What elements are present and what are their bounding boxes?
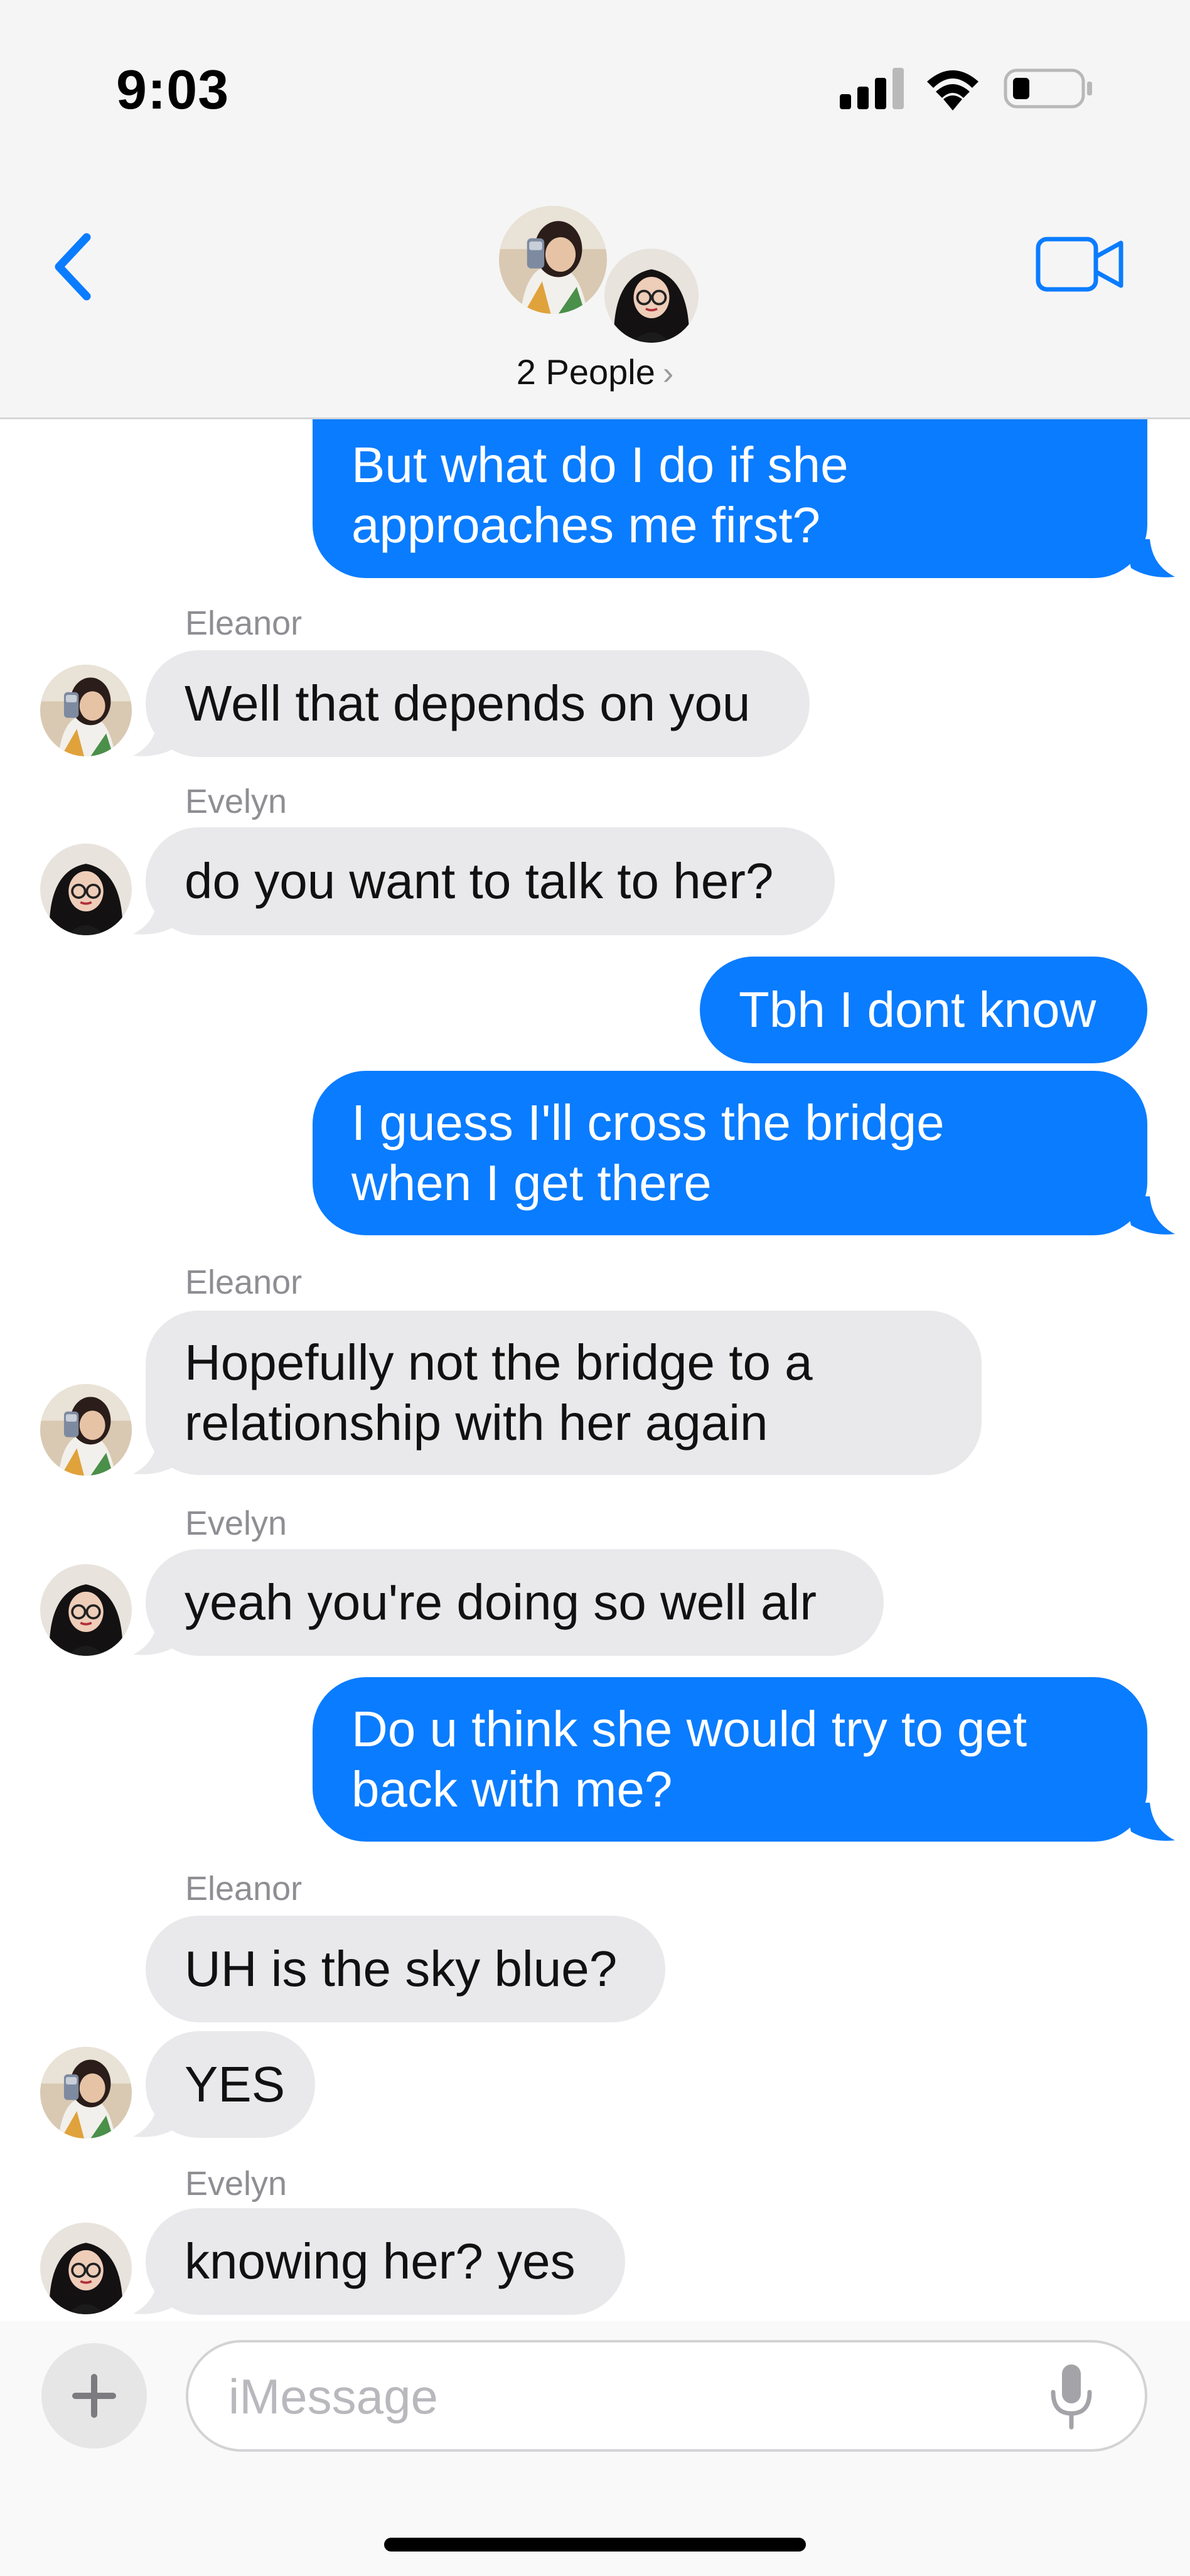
- chevron-left-icon: [55, 233, 91, 301]
- message-bubble-incoming[interactable]: Hopefully not the bridge to a relationsh…: [146, 1311, 982, 1475]
- conversation-header: 9:03 2 People ›: [0, 0, 1190, 419]
- back-button[interactable]: [44, 226, 107, 308]
- avatar-evelyn: [604, 249, 699, 343]
- message-bubble-outgoing[interactable]: I guess I'll cross the bridge when I get…: [313, 1071, 1147, 1235]
- video-camera-icon: [1036, 237, 1123, 292]
- bubble-tail: [133, 718, 183, 757]
- sender-name: Evelyn: [185, 1505, 287, 1542]
- message-text-line: Do u think she would try to get: [351, 1701, 1027, 1757]
- message-text-line: knowing her? yes: [185, 2233, 576, 2289]
- message-input[interactable]: [227, 2361, 1021, 2432]
- message-bubble-incoming[interactable]: yeah you're doing so well alr: [146, 1549, 884, 1656]
- battery-low-icon: [1004, 68, 1092, 109]
- group-details-link[interactable]: 2 People ›: [0, 352, 1190, 392]
- avatar-eleanor[interactable]: [40, 665, 132, 756]
- message-text-line: But what do I do if she: [351, 437, 849, 493]
- sender-name: Evelyn: [185, 2165, 287, 2203]
- status-icons: [840, 68, 1092, 110]
- avatar-evelyn[interactable]: [40, 1564, 132, 1656]
- bubble-tail: [1125, 1803, 1175, 1842]
- sender-name: Eleanor: [185, 604, 303, 642]
- avatar-eleanor[interactable]: [40, 2047, 132, 2139]
- message-text-line: yeah you're doing so well alr: [185, 1574, 817, 1630]
- avatar-evelyn[interactable]: [40, 2223, 132, 2314]
- message-text-line: YES: [185, 2056, 286, 2112]
- message-bubble-incoming[interactable]: knowing her? yes: [146, 2208, 625, 2315]
- sender-name: Eleanor: [185, 1264, 303, 1301]
- plus-icon: [72, 2374, 116, 2418]
- status-time: 9:03: [116, 58, 230, 121]
- bubble-tail: [133, 896, 183, 935]
- avatar-eleanor[interactable]: [40, 1384, 132, 1476]
- message-text-line: Hopefully not the bridge to a: [185, 1334, 813, 1390]
- message-bubble-incoming[interactable]: UH is the sky blue?: [146, 1916, 665, 2022]
- bubble-tail: [1125, 1196, 1175, 1235]
- bubble-tail: [133, 1436, 183, 1475]
- message-text-line: I guess I'll cross the bridge: [351, 1095, 945, 1151]
- message-text-line: relationship with her again: [185, 1395, 768, 1451]
- message-text-line: back with me?: [351, 1761, 673, 1817]
- microphone-icon: [1051, 2364, 1092, 2430]
- apps-plus-button[interactable]: [41, 2343, 147, 2449]
- message-text-line: Well that depends on you: [185, 675, 751, 731]
- group-avatars[interactable]: [499, 206, 700, 347]
- message-list[interactable]: But what do I do if she approaches me fi…: [0, 419, 1190, 2321]
- message-bubble-outgoing[interactable]: Tbh I dont know: [700, 957, 1147, 1063]
- bubble-tail: [1125, 539, 1175, 578]
- message-bubble-incoming[interactable]: do you want to talk to her?: [146, 827, 835, 935]
- sender-name: Eleanor: [185, 1870, 303, 1908]
- message-input-field[interactable]: [186, 2340, 1147, 2452]
- dictation-mic-button[interactable]: [1049, 2362, 1093, 2431]
- message-bubble-incoming[interactable]: Well that depends on you: [146, 650, 810, 757]
- message-text-line: UH is the sky blue?: [185, 1941, 618, 1997]
- chevron-right-icon: ›: [662, 355, 674, 392]
- facetime-video-button[interactable]: [1036, 235, 1125, 293]
- message-text-line: when I get there: [351, 1155, 712, 1211]
- message-text-line: Tbh I dont know: [739, 982, 1096, 1038]
- people-count-label: 2 People: [516, 352, 655, 392]
- message-bubble-outgoing[interactable]: But what do I do if she approaches me fi…: [313, 419, 1147, 578]
- message-bubble-outgoing[interactable]: Do u think she would try to get back wit…: [313, 1677, 1147, 1842]
- avatar-eleanor: [499, 206, 607, 314]
- bubble-tail: [133, 1617, 183, 1656]
- sender-name: Evelyn: [185, 783, 287, 820]
- wifi-icon: [927, 70, 978, 110]
- message-text-line: do you want to talk to her?: [185, 853, 774, 909]
- home-indicator[interactable]: [384, 2538, 806, 2552]
- avatar-evelyn[interactable]: [40, 844, 132, 935]
- cellular-signal-icon: [840, 68, 904, 109]
- bubble-tail: [133, 2099, 183, 2138]
- bubble-tail: [133, 2276, 183, 2315]
- message-text-line: approaches me first?: [351, 497, 821, 553]
